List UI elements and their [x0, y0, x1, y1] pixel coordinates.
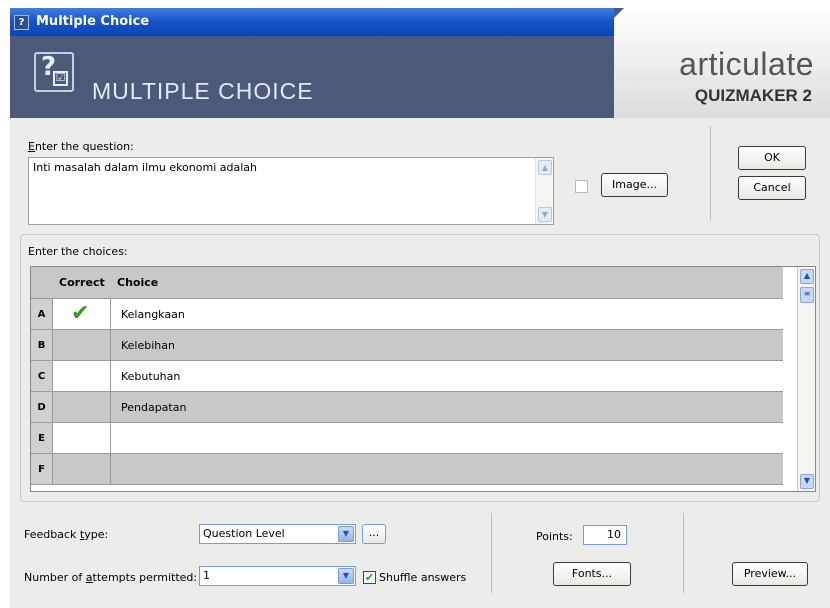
shuffle-checkbox[interactable]: ✔ — [363, 571, 376, 584]
feedback-type-select[interactable]: Question Level ▼ — [199, 524, 356, 544]
attempts-select[interactable]: 1 ▼ — [199, 566, 356, 586]
correct-cell[interactable]: ✔ — [53, 299, 111, 329]
attempts-label: Number of attempts permitted: — [24, 571, 198, 584]
correct-cell[interactable] — [53, 454, 111, 484]
grid-header: Correct Choice — [31, 267, 783, 299]
column-correct: Correct — [59, 276, 105, 289]
preview-button[interactable]: Preview... — [732, 562, 808, 586]
choice-text[interactable]: Kebutuhan — [121, 370, 180, 383]
choice-letter: D — [31, 392, 53, 422]
correct-cell[interactable] — [53, 392, 111, 422]
multiple-choice-icon: ? ☑ — [34, 52, 74, 92]
scroll-down-icon[interactable]: ▼ — [800, 474, 814, 489]
scroll-up-icon[interactable]: ▲ — [538, 160, 552, 175]
image-button[interactable]: Image... — [601, 173, 668, 197]
choice-row[interactable]: E — [31, 423, 783, 454]
choice-letter: C — [31, 361, 53, 391]
question-text: Inti masalah dalam ilmu ekonomi adalah — [33, 161, 257, 174]
chevron-down-icon[interactable]: ▼ — [338, 568, 354, 584]
divider — [491, 513, 492, 593]
column-choice: Choice — [117, 276, 159, 289]
choice-letter: B — [31, 330, 53, 360]
choice-row[interactable]: A ✔ Kelangkaan — [31, 299, 783, 330]
choice-letter: F — [31, 454, 53, 484]
choice-letter: A — [31, 299, 53, 329]
choice-text[interactable]: Kelangkaan — [121, 308, 185, 321]
window-title: Multiple Choice — [36, 14, 150, 29]
question-scrollbar[interactable]: ▲ ▼ — [535, 158, 553, 224]
divider — [710, 126, 711, 220]
choices-label: Enter the choices: — [28, 245, 128, 258]
chevron-down-icon[interactable]: ▼ — [338, 526, 354, 542]
cancel-button[interactable]: Cancel — [738, 176, 806, 200]
choice-text[interactable]: Kelebihan — [121, 339, 175, 352]
scroll-thumb[interactable]: ≡ — [800, 287, 814, 303]
feedback-type-label: Feedback type: — [24, 528, 109, 541]
brand-name: articulate — [679, 46, 814, 82]
ok-button[interactable]: OK — [738, 146, 806, 170]
correct-cell[interactable] — [53, 330, 111, 360]
brand-logo: articulate QUIZMAKER 2 — [614, 8, 830, 118]
choice-letter: E — [31, 423, 53, 453]
question-label: Enter the question: — [28, 140, 134, 153]
app-icon: ? — [14, 15, 29, 30]
choice-text[interactable]: Pendapatan — [121, 401, 186, 414]
correct-cell[interactable] — [53, 423, 111, 453]
divider — [683, 513, 684, 593]
points-input[interactable]: 10 — [583, 525, 627, 545]
points-label: Points: — [536, 530, 573, 543]
brand-product: QUIZMAKER 2 — [694, 86, 812, 105]
scroll-down-icon[interactable]: ▼ — [538, 207, 552, 222]
header-title: MULTIPLE CHOICE — [92, 78, 314, 104]
scroll-up-icon[interactable]: ▲ — [800, 269, 814, 284]
choice-row[interactable]: C Kebutuhan — [31, 361, 783, 392]
choice-row[interactable]: B Kelebihan — [31, 330, 783, 361]
correct-cell[interactable] — [53, 361, 111, 391]
image-checkbox[interactable] — [575, 180, 588, 193]
choice-row[interactable]: F — [31, 454, 783, 485]
choice-row[interactable]: D Pendapatan — [31, 392, 783, 423]
choices-grid[interactable]: Correct Choice A ✔ Kelangkaan B Kelebihan C Ke… — [30, 266, 816, 492]
fonts-button[interactable]: Fonts... — [553, 562, 631, 586]
question-input[interactable]: Inti masalah dalam ilmu ekonomi adalah ▲… — [28, 157, 554, 225]
shuffle-label: Shuffle answers — [379, 571, 467, 584]
feedback-options-button[interactable]: ... — [362, 524, 386, 544]
check-icon: ✔ — [71, 301, 90, 326]
grid-scrollbar[interactable]: ▲ ≡ ▼ — [797, 267, 815, 491]
